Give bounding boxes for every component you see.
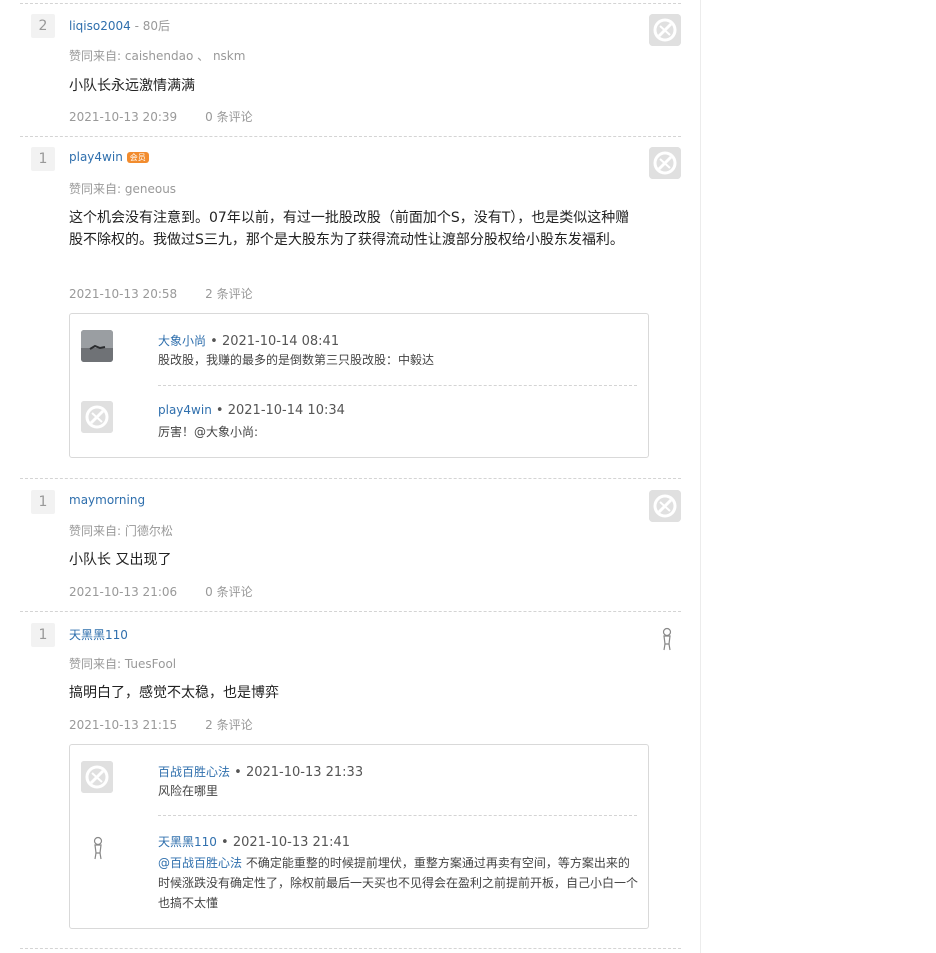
upvoters-list[interactable]: 门德尔松 [125,524,173,538]
default-avatar-icon[interactable] [649,147,681,179]
comment-box: 百战百胜心法 • 2021-10-13 21:33 风险在哪里 天黑黑110 •… [69,744,649,929]
default-avatar-icon[interactable] [649,14,681,46]
comment-time: 2021-10-14 10:34 [227,403,345,418]
user-link[interactable]: maymorning [69,493,145,507]
answer-header: liqiso2004 - 80后 [69,17,170,34]
answer-header: maymorning [69,493,145,507]
answer-meta: 2021-10-13 21:06 0 条评论 [69,583,253,600]
dot-separator: • [230,765,246,780]
upvoters-label: 赞同来自: [69,657,122,671]
comments-link[interactable]: 0 条评论 [205,110,252,124]
user-link[interactable]: 天黑黑110 [69,628,128,642]
default-avatar-icon[interactable] [81,761,113,793]
figure-avatar-icon[interactable] [659,627,675,651]
upvoters-line: 赞同来自: caishendao 、 nskm [69,47,245,64]
comment-text: 风险在哪里 [158,784,219,798]
upvoters-list[interactable]: caishendao 、 nskm [125,49,246,63]
comment-header: 天黑黑110 • 2021-10-13 21:41 [158,833,350,850]
upvoters-line: 赞同来自: 门德尔松 [69,522,173,539]
answer-meta: 2021-10-13 21:15 2 条评论 [69,716,253,733]
vote-count[interactable]: 1 [31,147,55,171]
user-link[interactable]: play4win [69,150,123,164]
comment-text: 厉害！@大象小尚: [158,425,259,439]
member-badge: 会员 [126,152,149,163]
vote-count[interactable]: 1 [31,490,55,514]
answer-list: 2 liqiso2004 - 80后 赞同来自: caishendao 、 ns… [0,0,701,953]
comment-box: 大象小尚 • 2021-10-14 08:41 股改股，我赚的最多的是倒数第三只… [69,313,649,458]
divider [20,478,681,479]
upvoters-label: 赞同来自: [69,49,122,63]
comment-divider [158,385,637,386]
comment-header: 大象小尚 • 2021-10-14 08:41 [158,332,339,349]
upvoters-line: 赞同来自: geneous [69,180,176,197]
comment-divider [158,815,637,816]
mention-link[interactable]: @百战百胜心法 [158,856,242,870]
answer-meta: 2021-10-13 20:39 0 条评论 [69,108,253,125]
dot-separator: • [206,334,222,349]
comment-time: 2021-10-13 21:41 [232,835,350,850]
answer-content: 这个机会没有注意到。07年以前，有过一批股改股（前面加个S，没有T），也是类似这… [69,210,630,248]
comment-header: play4win • 2021-10-14 10:34 [158,403,345,418]
comment-text: 股改股，我赚的最多的是倒数第三只股改股：中毅达 [158,353,435,367]
answer-header: 天黑黑110 [69,626,128,643]
divider [20,948,681,949]
divider [20,611,681,612]
user-link[interactable]: liqiso2004 [69,19,131,33]
divider [20,3,681,4]
figure-avatar-icon[interactable] [90,836,106,860]
comment-user-link[interactable]: 百战百胜心法 [158,765,230,779]
answer-time: 2021-10-13 20:58 [69,287,178,301]
divider [20,136,681,137]
upvoters-label: 赞同来自: [69,182,122,196]
comments-link[interactable]: 0 条评论 [205,585,252,599]
default-avatar-icon[interactable] [81,401,113,433]
answer-time: 2021-10-13 20:39 [69,110,178,124]
upvoters-label: 赞同来自: [69,524,122,538]
answer-time: 2021-10-13 21:15 [69,718,178,732]
dash-separator: - [130,19,143,33]
comment-user-link[interactable]: 天黑黑110 [158,835,217,849]
comment-user-link[interactable]: play4win [158,403,212,417]
dot-separator: • [216,835,233,850]
answer-time: 2021-10-13 21:06 [69,585,178,599]
comment-time: 2021-10-13 21:33 [245,765,364,780]
comment-user-link[interactable]: 大象小尚 [158,334,206,348]
comment-text: @百战百胜心法 不确定能重整的时候提前埋伏，重整方案通过再卖有空间，等方案出来的… [158,853,638,913]
answer-meta: 2021-10-13 20:58 2 条评论 [69,285,253,302]
upvoters-list[interactable]: geneous [125,182,176,196]
answer-header: play4win 会员 [69,150,149,164]
comment-time: 2021-10-14 08:41 [221,334,340,349]
answer-content: 小队长 又出现了 [69,552,172,568]
comments-link[interactable]: 2 条评论 [205,287,252,301]
vote-count[interactable]: 1 [31,623,55,647]
dot-separator: • [211,403,228,418]
answer-content: 搞明白了，感觉不太稳，也是博弈 [69,685,279,701]
answer-content: 小队长永远激情满满 [69,78,195,94]
upvoters-line: 赞同来自: TuesFool [69,655,176,672]
user-photo-avatar[interactable] [81,330,113,362]
comment-header: 百战百胜心法 • 2021-10-13 21:33 [158,763,363,780]
upvoters-list[interactable]: TuesFool [125,657,176,671]
vote-count[interactable]: 2 [31,14,55,38]
user-description: 80后 [142,19,171,33]
comments-link[interactable]: 2 条评论 [205,718,252,732]
default-avatar-icon[interactable] [649,490,681,522]
